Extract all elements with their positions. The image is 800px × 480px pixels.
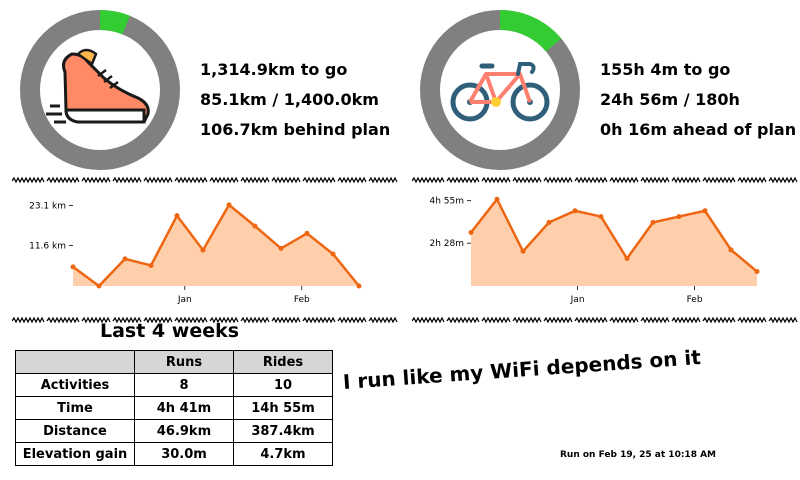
- x-tick-label: Feb: [294, 295, 310, 305]
- data-point: [520, 248, 526, 254]
- bicycle-icon: [450, 62, 550, 122]
- data-point: [702, 208, 708, 214]
- data-point: [572, 208, 578, 214]
- data-point: [304, 230, 310, 236]
- data-point: [148, 262, 154, 268]
- row-label: Time: [15, 396, 135, 420]
- divider-zigzag: [412, 176, 798, 184]
- run-plan-status: 106.7km behind plan: [200, 120, 391, 139]
- data-point: [468, 229, 474, 235]
- data-point: [650, 219, 656, 225]
- run-timestamp: Run on Feb 19, 25 at 10:18 AM: [560, 450, 717, 460]
- table-header-cell: [15, 350, 135, 374]
- data-point: [754, 269, 760, 275]
- x-tick-label: Jan: [177, 295, 192, 305]
- table-cell: 10: [233, 373, 333, 397]
- data-point: [624, 256, 630, 262]
- table-cell: 30.0m: [134, 442, 234, 466]
- data-point: [598, 214, 604, 220]
- stats-table: Runs Rides Activities 8 10 Time 4h 41m 1…: [15, 350, 333, 466]
- data-point: [356, 283, 362, 289]
- section-title: Last 4 weeks: [100, 320, 240, 342]
- data-point: [174, 213, 180, 219]
- table-row: Activities 8 10: [15, 373, 333, 397]
- x-tick-label: Feb: [687, 295, 703, 305]
- table-cell: 387.4km: [233, 419, 333, 443]
- table-cell: 46.9km: [134, 419, 234, 443]
- motto-text: I run like my WiFi depends on it: [342, 345, 702, 394]
- ride-goal-ring: [420, 10, 580, 170]
- y-tick-label: 2h 28m: [429, 239, 464, 249]
- row-label: Activities: [15, 373, 135, 397]
- run-progress-text: 85.1km / 1,400.0km: [200, 90, 379, 109]
- table-header-rides: Rides: [233, 350, 333, 374]
- data-point: [330, 251, 336, 257]
- data-point: [278, 245, 284, 251]
- run-goal-stats: 1,314.9km to go 85.1km / 1,400.0km 106.7…: [200, 55, 390, 145]
- y-tick-label: 11.6 km: [29, 242, 66, 252]
- data-point: [546, 219, 552, 225]
- run-remaining: 1,314.9km to go: [200, 60, 348, 79]
- y-tick-label: 4h 55m: [429, 197, 464, 207]
- data-point: [70, 264, 76, 270]
- area-fill: [471, 199, 757, 286]
- ride-goal-stats: 155h 4m to go 24h 56m / 180h 0h 16m ahea…: [600, 55, 796, 145]
- divider-zigzag: [12, 176, 398, 184]
- data-point: [494, 196, 500, 202]
- table-row: Time 4h 41m 14h 55m: [15, 396, 333, 420]
- ride-progress-text: 24h 56m / 180h: [600, 90, 740, 109]
- table-row: Distance 46.9km 387.4km: [15, 419, 333, 443]
- ride-remaining: 155h 4m to go: [600, 60, 731, 79]
- table-row: Elevation gain 30.0m 4.7km: [15, 442, 333, 466]
- data-point: [122, 256, 128, 262]
- run-goal-ring: [20, 10, 180, 170]
- table-cell: 8: [134, 373, 234, 397]
- data-point: [226, 202, 232, 208]
- running-shoe-icon: [46, 48, 150, 124]
- table-cell: 14h 55m: [233, 396, 333, 420]
- row-label: Distance: [15, 419, 135, 443]
- data-point: [728, 247, 734, 253]
- table-header-runs: Runs: [134, 350, 234, 374]
- y-tick-label: 23.1 km: [29, 202, 66, 212]
- data-point: [96, 283, 102, 289]
- ride-time-chart: 4h 55m 2h 28m Jan Feb: [429, 196, 760, 305]
- table-header-row: Runs Rides: [15, 350, 333, 374]
- row-label: Elevation gain: [15, 442, 135, 466]
- x-tick-label: Jan: [570, 295, 585, 305]
- data-point: [252, 223, 258, 229]
- ride-plan-status: 0h 16m ahead of plan: [600, 120, 797, 139]
- data-point: [676, 214, 682, 220]
- area-fill: [73, 204, 359, 286]
- table-cell: 4h 41m: [134, 396, 234, 420]
- data-point: [200, 247, 206, 253]
- run-distance-chart: 23.1 km 11.6 km Jan Feb: [29, 202, 362, 305]
- divider-zigzag: [412, 316, 798, 324]
- table-cell: 4.7km: [233, 442, 333, 466]
